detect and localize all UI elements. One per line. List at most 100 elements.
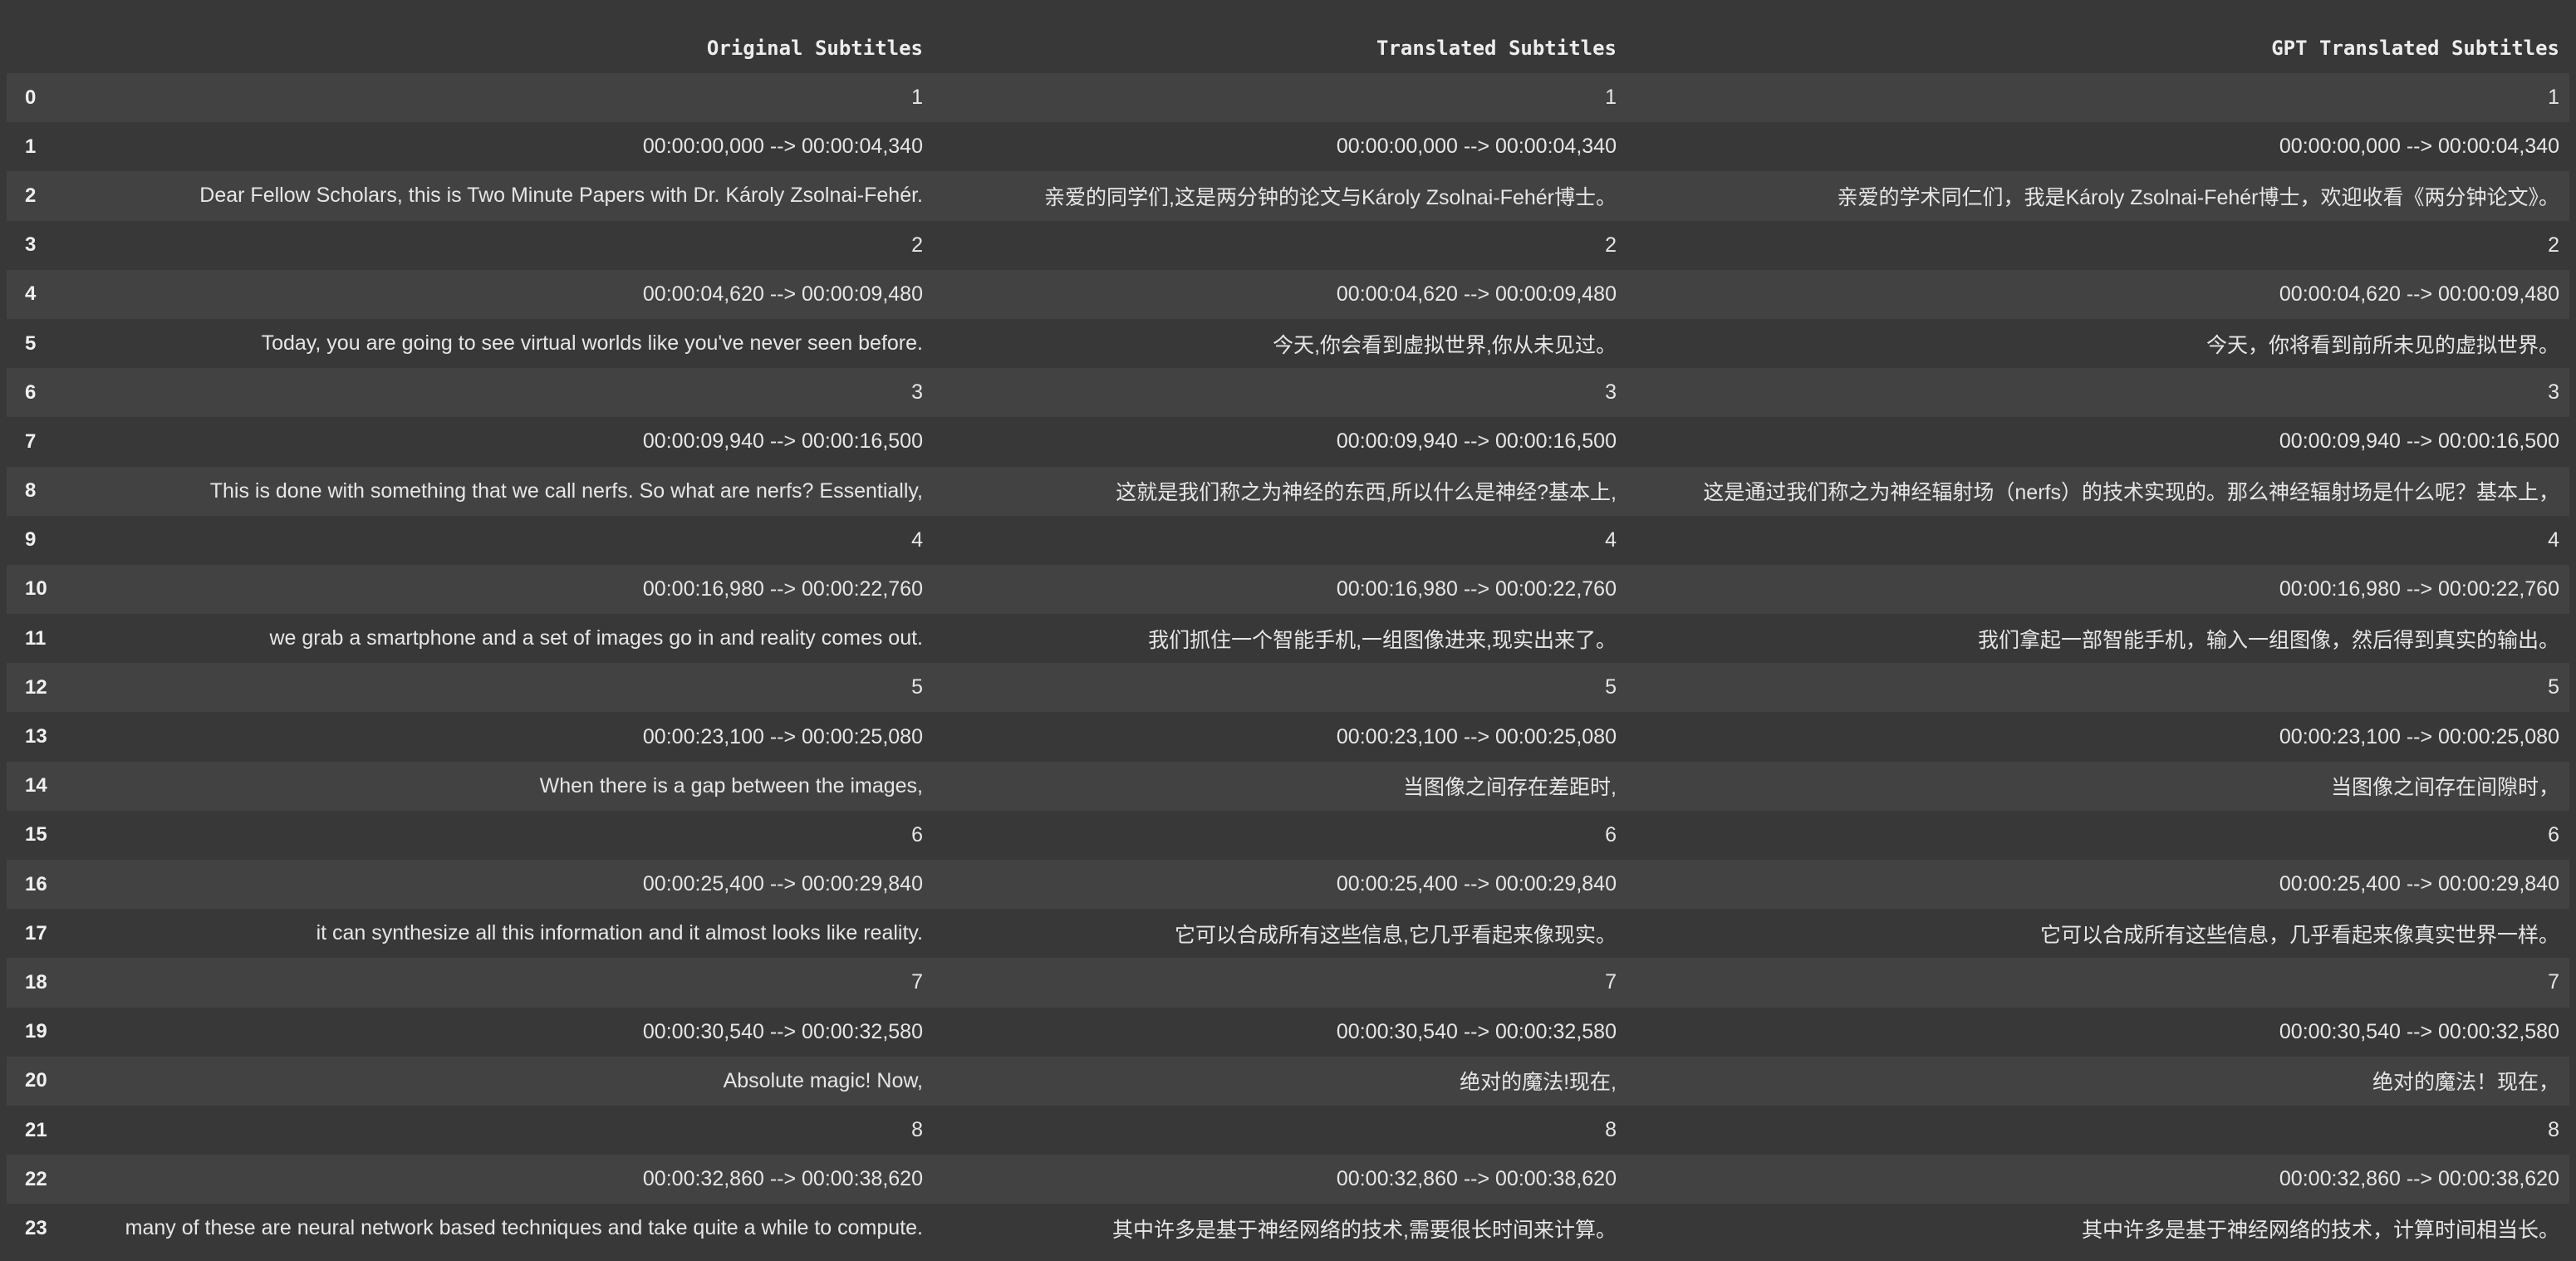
row-index: 0 <box>25 86 37 109</box>
table-row: 16 00:00:25,400 --> 00:00:29,840 00:00:25,… <box>7 860 2569 910</box>
gpt-translated-subtitle-cell: 这是通过我们称之为神经辐射场（nerfs）的技术实现的。那么神经辐射场是什么呢？… <box>1703 481 2559 505</box>
translated-subtitle-cell: 今天,你会看到虚拟世界,你从未见过。 <box>1273 333 1617 357</box>
original-subtitle-cell: 00:00:00,000 --> 00:00:04,340 <box>642 135 923 159</box>
translated-subtitle-cell: 00:00:04,620 --> 00:00:09,480 <box>1336 282 1617 306</box>
translated-subtitle-cell: 6 <box>1605 822 1617 846</box>
gpt-translated-subtitle-cell: 我们拿起一部智能手机，输入一组图像，然后得到真实的输出。 <box>1977 628 2559 652</box>
original-subtitle-cell: When there is a gap between the images, <box>539 773 923 797</box>
table-row: 14 When there is a gap between the images… <box>7 761 2569 811</box>
row-index: 23 <box>25 1216 47 1239</box>
row-index: 8 <box>25 479 37 503</box>
row-index: 3 <box>25 233 37 257</box>
table-row: 4 00:00:04,620 --> 00:00:09,480 00:00:04,6… <box>7 269 2569 319</box>
gpt-translated-subtitle-cell: 7 <box>2548 970 2559 994</box>
table-row: 6 3 3 3 <box>7 368 2569 418</box>
original-subtitle-cell: 3 <box>911 380 923 405</box>
gpt-translated-subtitle-cell: 00:00:04,620 --> 00:00:09,480 <box>2279 282 2559 306</box>
row-index: 13 <box>25 725 47 748</box>
original-subtitle-cell: 00:00:32,860 --> 00:00:38,620 <box>642 1167 923 1191</box>
translated-subtitle-cell: 当图像之间存在差距时, <box>1403 776 1617 800</box>
table-row: 2 Dear Fellow Scholars, this is Two Minut… <box>7 171 2569 221</box>
original-subtitle-cell: 4 <box>911 527 923 552</box>
gpt-translated-subtitle-cell: 2 <box>2548 233 2559 257</box>
row-index: 4 <box>25 282 37 306</box>
translated-subtitle-cell: 8 <box>1605 1118 1617 1142</box>
translated-subtitle-cell: 这就是我们称之为神经的东西,所以什么是神经?基本上, <box>1116 481 1617 505</box>
translated-subtitle-cell: 00:00:30,540 --> 00:00:32,580 <box>1336 1019 1617 1043</box>
translated-subtitle-cell: 00:00:23,100 --> 00:00:25,080 <box>1336 724 1617 748</box>
translated-subtitle-cell: 00:00:25,400 --> 00:00:29,840 <box>1336 872 1617 896</box>
original-subtitle-cell: 5 <box>911 675 923 699</box>
row-index: 22 <box>25 1167 47 1190</box>
original-subtitle-cell: many of these are neural network based t… <box>125 1216 923 1240</box>
table-row: 20 Absolute magic! Now, 绝对的魔法!现在, 绝对的魔法！现在， <box>7 1056 2569 1106</box>
table-row: 18 7 7 7 <box>7 958 2569 1008</box>
table-row: 21 8 8 8 <box>7 1105 2569 1156</box>
translated-subtitle-cell: 4 <box>1605 527 1617 552</box>
original-subtitle-cell: 00:00:16,980 --> 00:00:22,760 <box>642 577 923 601</box>
original-subtitle-cell: 6 <box>911 822 923 846</box>
table-row: 19 00:00:30,540 --> 00:00:32,580 00:00:30,… <box>7 1007 2569 1057</box>
table-header: Original Subtitles Translated Subtitles … <box>7 0 2569 73</box>
gpt-translated-subtitle-cell: 4 <box>2548 527 2559 552</box>
original-subtitle-cell: 2 <box>911 233 923 257</box>
gpt-translated-subtitle-cell: 00:00:30,540 --> 00:00:32,580 <box>2279 1019 2559 1043</box>
translated-subtitle-cell: 我们抓住一个智能手机,一组图像进来,现实出来了。 <box>1148 628 1617 652</box>
gpt-translated-subtitle-cell: 其中许多是基于神经网络的技术，计算时间相当长。 <box>2081 1218 2559 1242</box>
table-row: 22 00:00:32,860 --> 00:00:38,620 00:00:32,… <box>7 1155 2569 1205</box>
translated-subtitle-cell: 绝对的魔法!现在, <box>1460 1071 1617 1095</box>
table-row: 10 00:00:16,980 --> 00:00:22,760 00:00:16,… <box>7 564 2569 615</box>
row-index: 10 <box>25 577 47 601</box>
row-index: 7 <box>25 429 37 453</box>
subtitles-table: Original Subtitles Translated Subtitles … <box>7 0 2569 1254</box>
row-index: 9 <box>25 528 37 552</box>
original-subtitle-cell: 00:00:04,620 --> 00:00:09,480 <box>642 282 923 306</box>
translated-subtitle-cell: 00:00:16,980 --> 00:00:22,760 <box>1336 577 1617 601</box>
row-index: 2 <box>25 184 37 207</box>
original-subtitle-cell: it can synthesize all this information a… <box>316 921 923 945</box>
table-row: 3 2 2 2 <box>7 220 2569 270</box>
original-subtitle-cell: we grab a smartphone and a set of images… <box>269 626 923 650</box>
translated-subtitle-cell: 亲爱的同学们,这是两分钟的论文与Károly Zsolnai-Fehér博士。 <box>1044 185 1617 209</box>
gpt-translated-subtitle-cell: 1 <box>2548 86 2559 110</box>
original-subtitle-cell: This is done with something that we call… <box>209 478 923 503</box>
table-row: 23 many of these are neural network based… <box>7 1204 2569 1254</box>
header-row: Original Subtitles Translated Subtitles … <box>7 0 2569 73</box>
original-subtitle-cell: Absolute magic! Now, <box>723 1068 923 1092</box>
dataframe-output: Original Subtitles Translated Subtitles … <box>7 0 2569 1254</box>
row-index: 11 <box>25 626 47 650</box>
gpt-translated-subtitle-cell: 绝对的魔法！现在， <box>2372 1071 2559 1095</box>
original-subtitle-cell: Today, you are going to see virtual worl… <box>261 331 923 356</box>
column-header-gpt-translated-subtitles: GPT Translated Subtitles <box>1627 0 2569 73</box>
row-index: 1 <box>25 135 37 158</box>
original-subtitle-cell: Dear Fellow Scholars, this is Two Minute… <box>199 184 923 208</box>
original-subtitle-cell: 00:00:23,100 --> 00:00:25,080 <box>642 724 923 748</box>
gpt-translated-subtitle-cell: 今天，你将看到前所未见的虚拟世界。 <box>2206 333 2559 357</box>
table-row: 1 00:00:00,000 --> 00:00:04,340 00:00:00,0… <box>7 122 2569 172</box>
table-row: 9 4 4 4 <box>7 515 2569 565</box>
row-index: 6 <box>25 380 37 404</box>
row-index: 18 <box>25 970 47 994</box>
original-subtitle-cell: 00:00:30,540 --> 00:00:32,580 <box>642 1019 923 1043</box>
row-index: 15 <box>25 823 47 846</box>
row-index: 12 <box>25 675 47 699</box>
row-index: 5 <box>25 331 37 355</box>
table-row: 15 6 6 6 <box>7 810 2569 860</box>
translated-subtitle-cell: 00:00:09,940 --> 00:00:16,500 <box>1336 429 1617 454</box>
translated-subtitle-cell: 其中许多是基于神经网络的技术,需要很长时间来计算。 <box>1112 1218 1617 1242</box>
translated-subtitle-cell: 00:00:00,000 --> 00:00:04,340 <box>1336 135 1617 159</box>
translated-subtitle-cell: 2 <box>1605 233 1617 257</box>
row-index: 21 <box>25 1118 47 1141</box>
row-index: 19 <box>25 1020 47 1043</box>
column-header-original-subtitles: Original Subtitles <box>73 0 933 73</box>
index-header <box>7 0 73 73</box>
translated-subtitle-cell: 00:00:32,860 --> 00:00:38,620 <box>1336 1167 1617 1191</box>
original-subtitle-cell: 8 <box>911 1118 923 1142</box>
table-row: 0 1 1 1 <box>7 73 2569 123</box>
table-body: 0 1 1 1 1 00:00:00,000 --> 00:00:04,340 00:00:… <box>7 73 2569 1254</box>
table-row: 11 we grab a smartphone and a set of imag… <box>7 614 2569 664</box>
translated-subtitle-cell: 它可以合成所有这些信息,它几乎看起来像现实。 <box>1175 923 1617 947</box>
row-index: 16 <box>25 872 47 895</box>
gpt-translated-subtitle-cell: 00:00:00,000 --> 00:00:04,340 <box>2279 135 2559 159</box>
translated-subtitle-cell: 1 <box>1605 86 1617 110</box>
